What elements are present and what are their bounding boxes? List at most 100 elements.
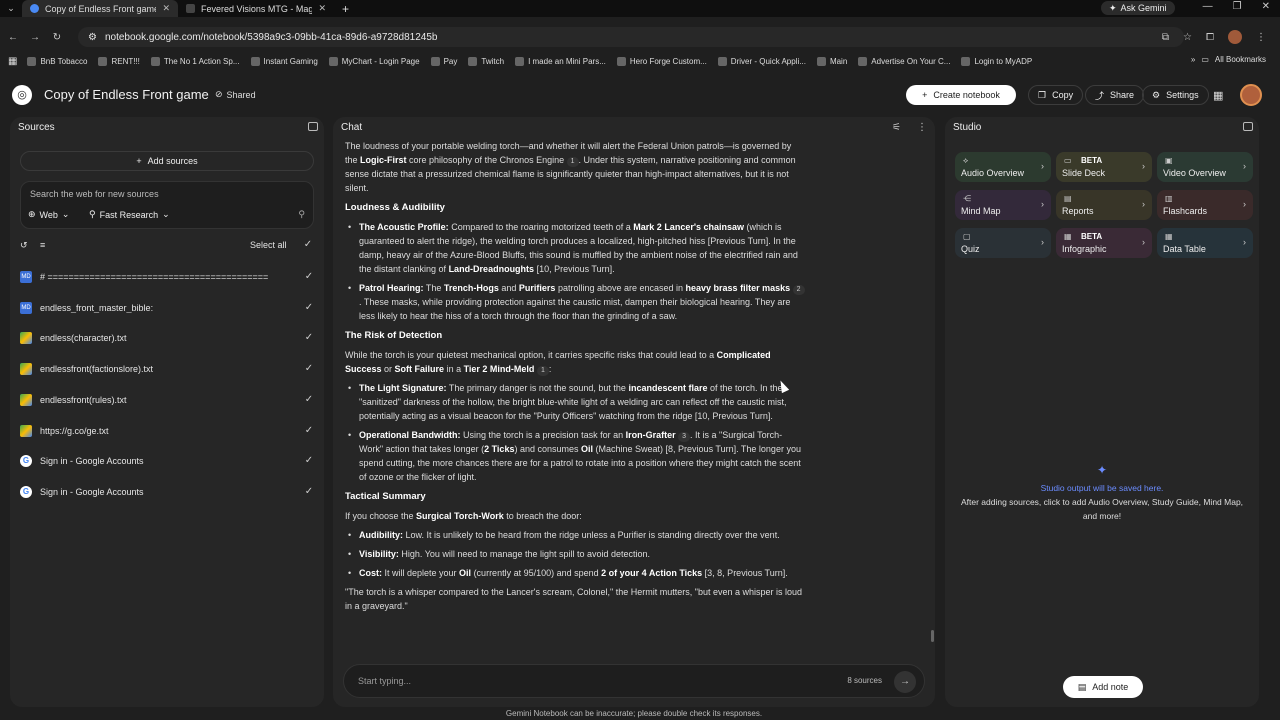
add-note-button[interactable]: ▤ Add note	[1063, 676, 1143, 698]
source-label: endless_front_master_bible:	[40, 303, 154, 313]
select-all-checkbox[interactable]: ✓	[303, 240, 313, 250]
tile-data-table[interactable]: ▦ Data Table ›	[1157, 228, 1253, 258]
research-mode-dropdown[interactable]: ⚲ Fast Research ⌄	[89, 207, 170, 222]
source-item[interactable]: endlessfront(rules).txt ✓	[20, 391, 314, 409]
web-source-dropdown[interactable]: ⊕ Web ⌄	[28, 207, 69, 222]
tile-video-overview[interactable]: ▣ Video Overview ›	[1157, 152, 1253, 182]
source-item[interactable]: G Sign in - Google Accounts ✓	[20, 483, 314, 501]
source-checkbox[interactable]: ✓	[304, 487, 314, 497]
bookmark[interactable]: Instant Gaming	[250, 56, 318, 66]
maximize-icon[interactable]: ❐	[1233, 1, 1242, 12]
bookmark[interactable]: MyChart - Login Page	[328, 56, 420, 66]
bookmark-label: Pay	[443, 56, 458, 66]
search-input[interactable]: Search the web for new sources	[30, 189, 159, 199]
avatar[interactable]	[1240, 84, 1262, 106]
collapse-panel-icon[interactable]	[1243, 122, 1253, 131]
search-icon[interactable]: ⚲	[298, 209, 305, 220]
tile-infographic[interactable]: ▦ BETA Infographic ›	[1056, 228, 1152, 258]
share-button[interactable]: ⤴ Share	[1085, 85, 1145, 105]
profile-avatar-small[interactable]	[1228, 30, 1242, 44]
bookmark[interactable]: BnB Tobacco	[27, 56, 87, 66]
bookmark[interactable]: RENT!!!	[98, 56, 140, 66]
collapse-panel-icon[interactable]	[308, 122, 318, 131]
source-item[interactable]: MD endless_front_master_bible: ✓	[20, 299, 314, 317]
folder-icon: ▭	[1201, 55, 1209, 64]
close-window-icon[interactable]: ✕	[1262, 1, 1270, 12]
minimize-icon[interactable]: —	[1203, 1, 1213, 12]
source-checkbox[interactable]: ✓	[304, 303, 314, 313]
send-button[interactable]: →	[894, 671, 916, 693]
source-checkbox[interactable]: ✓	[304, 395, 314, 405]
page-title[interactable]: Copy of Endless Front game	[44, 87, 209, 102]
source-checkbox[interactable]: ✓	[304, 364, 314, 374]
chat-scrollbar[interactable]	[931, 630, 934, 642]
chat-input[interactable]: Start typing... 8 sources →	[343, 664, 925, 698]
tune-icon[interactable]: ⚟	[892, 122, 901, 133]
bookmark[interactable]: Twitch	[468, 56, 504, 66]
notebook-logo-icon[interactable]: ◎	[12, 85, 32, 105]
bookmark[interactable]: The No 1 Action Sp...	[150, 56, 240, 66]
tile-label: Data Table	[1163, 244, 1206, 254]
bookmark-star-icon[interactable]: ☆	[1183, 32, 1192, 43]
markdown-file-icon: MD	[20, 271, 32, 283]
studio-title: Studio	[953, 122, 982, 133]
add-sources-button[interactable]: + Add sources	[20, 151, 314, 171]
ask-gemini-button[interactable]: ✦ Ask Gemini	[1101, 1, 1175, 15]
new-tab-button[interactable]: +	[334, 2, 357, 16]
refresh-icon[interactable]: ↺	[20, 240, 28, 251]
tile-slide-deck[interactable]: ▭ BETA Slide Deck ›	[1056, 152, 1152, 182]
source-checkbox[interactable]: ✓	[304, 456, 314, 466]
plus-icon: +	[136, 156, 142, 166]
site-info-icon[interactable]: ⚙	[88, 32, 97, 43]
bookmark-icon	[150, 56, 160, 66]
bookmark[interactable]: Login to MyADP	[961, 56, 1032, 66]
apps-grid-icon[interactable]: ▦	[1213, 89, 1223, 102]
source-item[interactable]: endlessfront(factionslore).txt ✓	[20, 360, 314, 378]
tab-search-icon[interactable]: ⌄	[0, 3, 22, 14]
source-item[interactable]: https://g.co/ge.txt ✓	[20, 422, 314, 440]
apps-icon[interactable]: ▦	[8, 56, 17, 67]
source-checkbox[interactable]: ✓	[304, 426, 314, 436]
install-app-icon[interactable]: ⧉	[1162, 32, 1169, 43]
tile-reports[interactable]: ▤ Reports ›	[1056, 190, 1152, 220]
forward-icon[interactable]: →	[26, 32, 44, 43]
settings-button[interactable]: ⚙ Settings	[1142, 85, 1209, 105]
bookmark[interactable]: Driver - Quick Appli...	[717, 56, 806, 66]
bookmark-icon	[616, 56, 626, 66]
citation-chip[interactable]: 1	[566, 157, 579, 167]
bookmark[interactable]: I made an Mini Pars...	[515, 56, 606, 66]
tile-quiz[interactable]: ▢ Quiz ›	[955, 228, 1051, 258]
source-item[interactable]: endless(character).txt ✓	[20, 329, 314, 347]
citation-chip[interactable]: 3	[678, 432, 691, 442]
all-bookmarks[interactable]: » ▭ All Bookmarks	[1191, 55, 1266, 64]
bookmark[interactable]: Pay	[430, 56, 458, 66]
source-checkbox[interactable]: ✓	[304, 272, 314, 282]
sort-icon[interactable]: ≡	[40, 240, 45, 250]
tab-mtg[interactable]: Fevered Visions MTG - Magic: T ✕	[178, 0, 334, 17]
copy-label: Copy	[1052, 90, 1074, 100]
citation-chip[interactable]: 1	[536, 366, 549, 376]
bookmark[interactable]: Advertise On Your C...	[858, 56, 950, 66]
close-icon[interactable]: ✕	[162, 3, 170, 14]
citation-chip[interactable]: 2	[792, 285, 805, 295]
extensions-icon[interactable]: ⧠	[1206, 32, 1214, 43]
tile-mind-map[interactable]: ⋲ Mind Map ›	[955, 190, 1051, 220]
chevron-down-icon: ⌄	[61, 209, 70, 219]
tile-flashcards[interactable]: ▥ Flashcards ›	[1157, 190, 1253, 220]
create-notebook-button[interactable]: + Create notebook	[906, 85, 1016, 105]
tile-audio-overview[interactable]: ⟡ Audio Overview ›	[955, 152, 1051, 182]
source-item[interactable]: G Sign in - Google Accounts ✓	[20, 452, 314, 470]
source-checkbox[interactable]: ✓	[304, 333, 314, 343]
url-field[interactable]: ⚙ notebook.google.com/notebook/5398a9c3-…	[78, 27, 1184, 47]
menu-icon[interactable]: ⋮	[1256, 32, 1266, 43]
tab-notebook[interactable]: Copy of Endless Front game - G ✕	[22, 0, 178, 17]
reload-icon[interactable]: ↻	[48, 32, 66, 43]
back-icon[interactable]: ←	[4, 32, 22, 43]
close-icon[interactable]: ✕	[318, 3, 326, 14]
bookmark[interactable]: Hero Forge Custom...	[616, 56, 707, 66]
more-vert-icon[interactable]: ⋮	[917, 122, 927, 133]
list-item: Cost: It will deplete your Oil (currentl…	[345, 566, 805, 580]
source-item[interactable]: MD # ====================================…	[20, 268, 314, 286]
bookmark[interactable]: Main	[816, 56, 847, 66]
copy-button[interactable]: ❐ Copy	[1028, 85, 1084, 105]
